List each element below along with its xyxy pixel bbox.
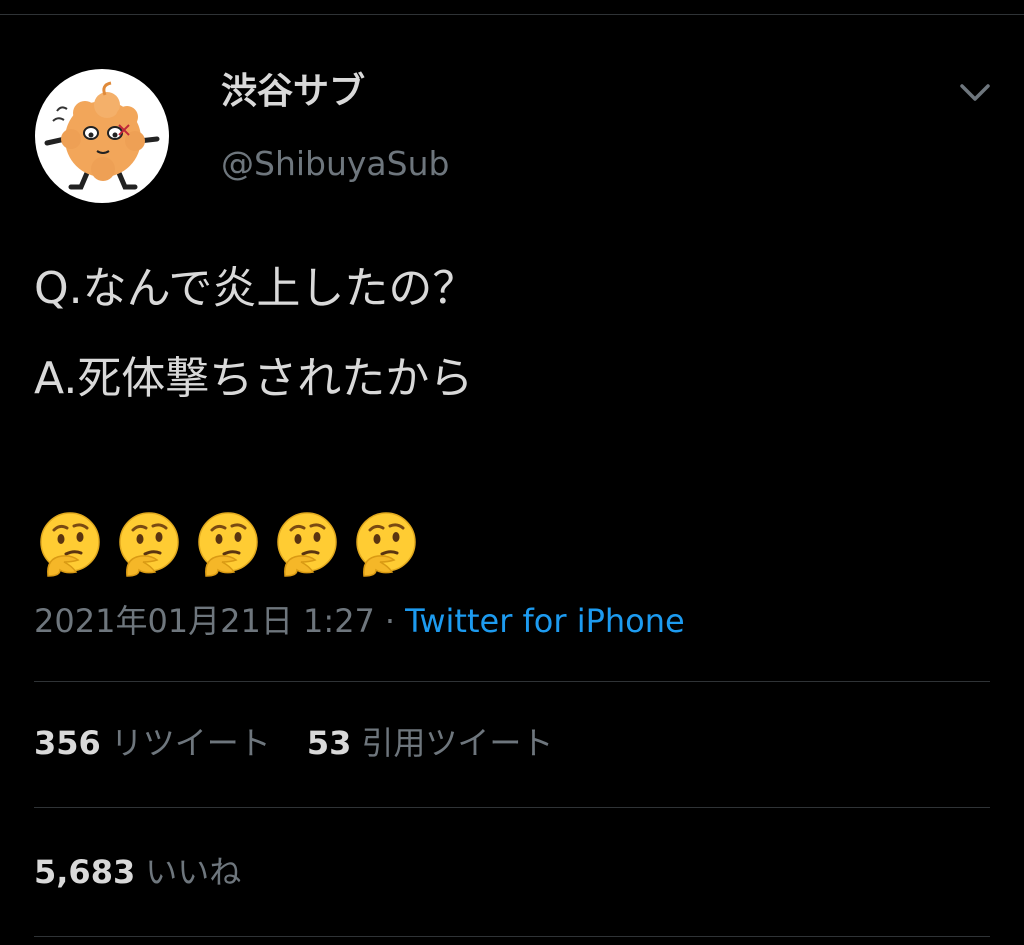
retweets-label: リツイート (110, 724, 271, 762)
retweets-stat[interactable]: 356 リツイート (34, 724, 271, 762)
tweet-metadata: 2021年01月21日 1:27 · Twitter for iPhone (34, 596, 685, 646)
avatar-character-icon (44, 81, 160, 190)
tweet-timestamp[interactable]: 2021年01月21日 1:27 (34, 602, 375, 640)
thinking-face-icon (40, 512, 100, 577)
tweet-source-link[interactable]: Twitter for iPhone (405, 602, 685, 640)
likes-count: 5,683 (34, 853, 136, 891)
meta-separator: · (384, 602, 396, 640)
tweet-text-line-question: Q.なんで炎上したの？ (34, 263, 477, 314)
tweet-text-line-answer: A.死体撃ちされたから (34, 353, 474, 404)
retweet-stats-row: 356 リツイート 53 引用ツイート (34, 718, 553, 768)
tweet-text: Q.なんで炎上したの？ A.死体撃ちされたから (34, 244, 994, 424)
likes-label: いいね (145, 853, 242, 891)
divider-2 (34, 807, 990, 808)
likes-stat[interactable]: 5,683 いいね (34, 853, 241, 891)
display-name[interactable]: 渋谷サブ (221, 68, 365, 116)
thinking-face-icon (198, 512, 258, 577)
user-handle[interactable]: @ShibuyaSub (221, 142, 449, 186)
quotes-count: 53 (306, 724, 352, 762)
thinking-face-icon (277, 512, 337, 577)
divider-3 (34, 936, 990, 937)
quotes-label: 引用ツイート (361, 724, 554, 762)
thinking-face-icon (356, 512, 416, 577)
chevron-down-icon (960, 84, 990, 101)
quotes-stat[interactable]: 53 引用ツイート (307, 724, 554, 762)
divider-1 (34, 681, 990, 682)
avatar[interactable] (35, 69, 169, 203)
likes-stats-row: 5,683 いいね (34, 847, 241, 897)
top-divider (0, 14, 1024, 15)
thinking-face-icon (119, 512, 179, 577)
tweet-menu-button[interactable] (952, 74, 998, 110)
emoji-row (36, 510, 420, 578)
retweets-count: 356 (34, 724, 101, 762)
